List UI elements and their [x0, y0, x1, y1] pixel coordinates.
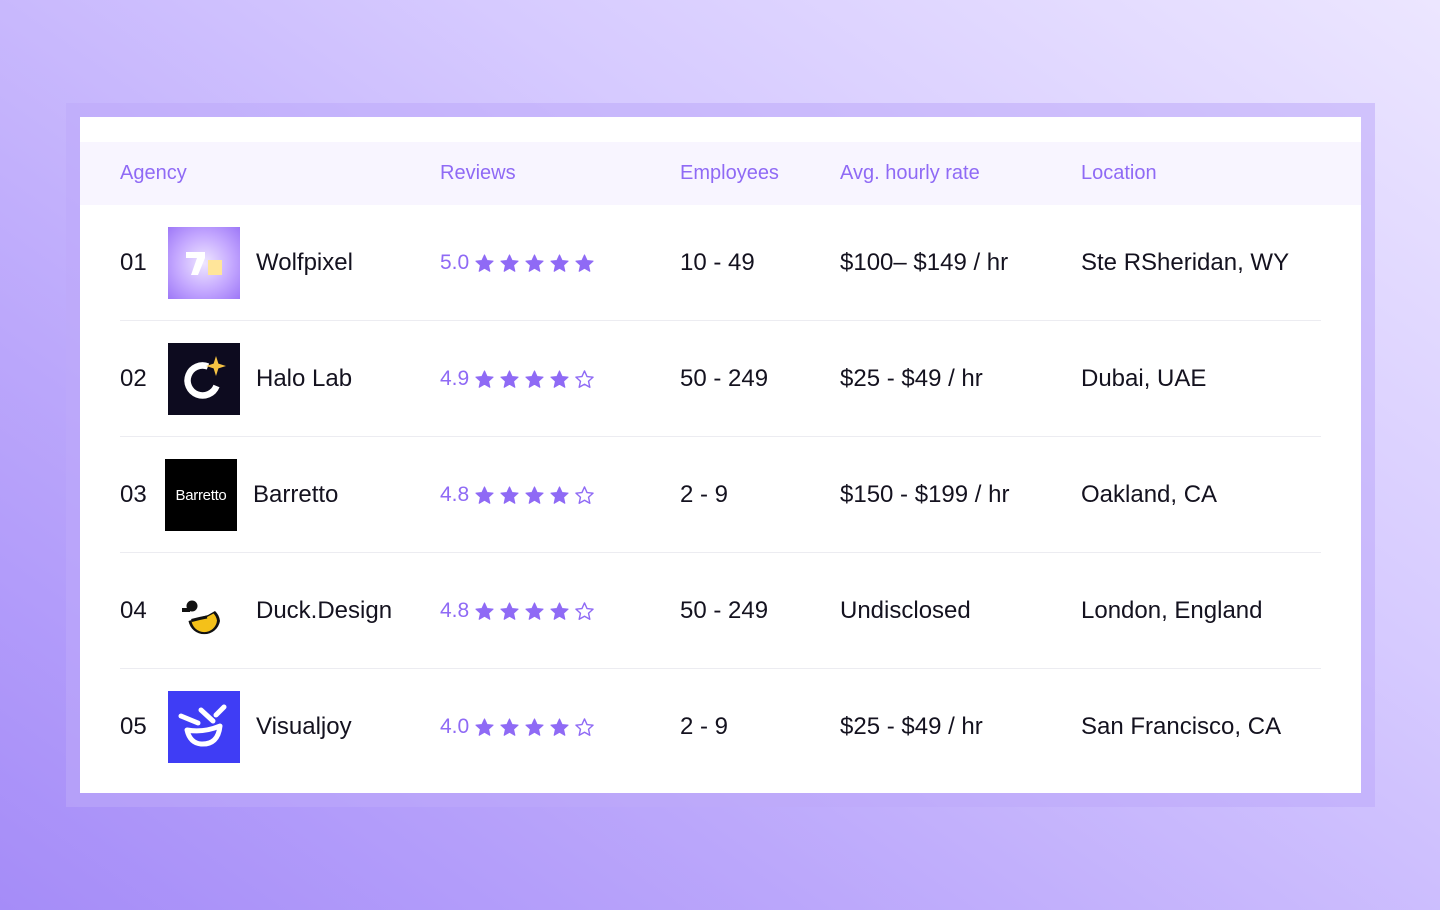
star-filled-icon: [525, 601, 544, 620]
visualjoy-logo-icon: [168, 691, 240, 763]
location-value: San Francisco, CA: [1081, 713, 1282, 740]
barretto-logo-text: Barretto: [175, 486, 227, 504]
star-outline-icon: [575, 369, 594, 388]
hourly-rate-value: $25 - $49 / hr: [840, 713, 983, 740]
hourly-rate-value: $25 - $49 / hr: [840, 365, 983, 392]
star-filled-icon: [475, 369, 494, 388]
star-outline-icon: [575, 485, 594, 504]
location-value: Ste RSheridan, WY: [1081, 249, 1290, 276]
star-filled-icon: [525, 369, 544, 388]
table-row[interactable]: 04 Duck.Design 4.8 50 - 249 Undisclosed …: [80, 553, 1361, 669]
agency-name[interactable]: Visualjoy: [256, 669, 352, 785]
rating-score: 4.8: [440, 599, 470, 622]
star-rating: [474, 369, 599, 390]
wolfpixel-logo-icon: [168, 227, 240, 299]
star-filled-icon: [550, 253, 569, 272]
rank-number: 01: [120, 249, 147, 276]
star-filled-icon: [475, 253, 494, 272]
agency-table-card: Agency Reviews Employees Avg. hourly rat…: [80, 117, 1361, 793]
column-header-agency[interactable]: Agency: [120, 142, 187, 205]
star-filled-icon: [525, 717, 544, 736]
star-rating: [474, 485, 599, 506]
rank-number: 05: [120, 713, 147, 740]
table-row[interactable]: 01 Wolfpixel 5.0 10 - 49 $100– $149 / hr…: [80, 205, 1361, 321]
rating: 5.0: [440, 205, 599, 321]
rating-score: 5.0: [440, 251, 470, 274]
star-filled-icon: [475, 601, 494, 620]
rating: 4.8: [440, 437, 599, 553]
rank-number: 04: [120, 597, 147, 624]
star-outline-icon: [575, 717, 594, 736]
barretto-logo-icon: Barretto: [165, 459, 237, 531]
agency-name[interactable]: Duck.Design: [256, 553, 392, 669]
table-body: 01 Wolfpixel 5.0 10 - 49 $100– $149 / hr…: [80, 205, 1361, 785]
hourly-rate-value: $100– $149 / hr: [840, 249, 1009, 276]
rank-number: 03: [120, 481, 147, 508]
employees-value: 50 - 249: [680, 365, 769, 392]
star-filled-icon: [500, 485, 519, 504]
location-value: London, England: [1081, 597, 1263, 624]
rating: 4.0: [440, 669, 599, 785]
rating: 4.8: [440, 553, 599, 669]
star-filled-icon: [525, 485, 544, 504]
employees-value: 50 - 249: [680, 597, 769, 624]
star-filled-icon: [500, 369, 519, 388]
star-filled-icon: [500, 601, 519, 620]
hourly-rate-value: $150 - $199 / hr: [840, 481, 1010, 508]
column-header-reviews[interactable]: Reviews: [440, 142, 516, 205]
rating-score: 4.0: [440, 715, 470, 738]
location-value: Oakland, CA: [1081, 481, 1218, 508]
star-rating: [474, 253, 599, 274]
star-filled-icon: [550, 717, 569, 736]
star-filled-icon: [550, 601, 569, 620]
star-outline-icon: [575, 601, 594, 620]
star-rating: [474, 717, 599, 738]
table-row[interactable]: 02 Halo Lab 4.9 50 - 249 $25 - $49 / hr …: [80, 321, 1361, 437]
star-filled-icon: [575, 253, 594, 272]
halo-lab-logo-icon: [168, 343, 240, 415]
column-header-employees[interactable]: Employees: [680, 142, 779, 205]
star-filled-icon: [500, 717, 519, 736]
hourly-rate-value: Undisclosed: [840, 597, 971, 624]
rank-number: 02: [120, 365, 147, 392]
star-filled-icon: [550, 485, 569, 504]
rating: 4.9: [440, 321, 599, 437]
star-filled-icon: [550, 369, 569, 388]
location-value: Dubai, UAE: [1081, 365, 1207, 392]
agency-name[interactable]: Wolfpixel: [256, 205, 353, 321]
star-rating: [474, 601, 599, 622]
star-filled-icon: [525, 253, 544, 272]
duck-design-logo-icon: [168, 575, 240, 647]
column-header-location[interactable]: Location: [1081, 142, 1157, 205]
table-header: Agency Reviews Employees Avg. hourly rat…: [80, 142, 1361, 205]
rating-score: 4.8: [440, 483, 470, 506]
column-header-rate[interactable]: Avg. hourly rate: [840, 142, 980, 205]
star-filled-icon: [475, 717, 494, 736]
star-filled-icon: [500, 253, 519, 272]
rating-score: 4.9: [440, 367, 470, 390]
star-filled-icon: [475, 485, 494, 504]
employees-value: 10 - 49: [680, 249, 755, 276]
table-row[interactable]: 05 Visualjoy 4.0 2 - 9 $25 - $49 / hr Sa…: [80, 669, 1361, 785]
employees-value: 2 - 9: [680, 481, 729, 508]
table-row[interactable]: 03 Barretto Barretto 4.8 2 - 9 $150 - $1…: [80, 437, 1361, 553]
agency-name[interactable]: Halo Lab: [256, 321, 352, 437]
employees-value: 2 - 9: [680, 713, 729, 740]
agency-name[interactable]: Barretto: [253, 437, 338, 553]
